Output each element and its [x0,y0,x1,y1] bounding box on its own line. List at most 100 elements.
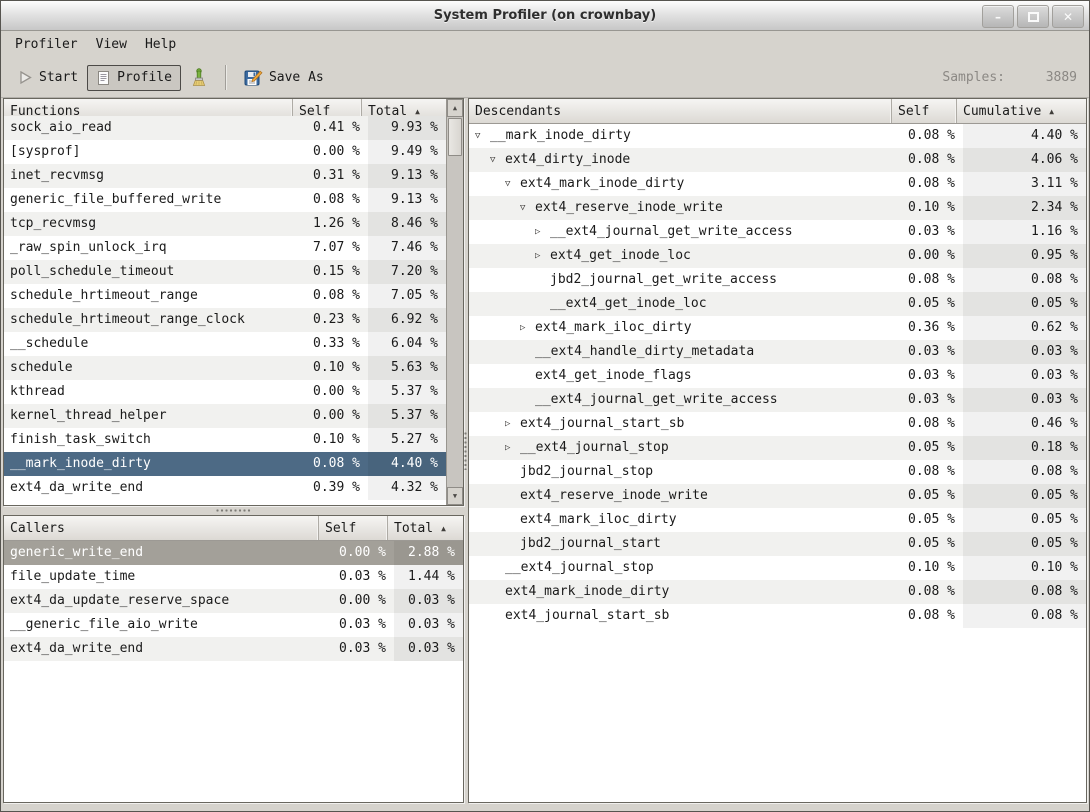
table-row[interactable]: ext4_da_update_reserve_space0.00 %0.03 % [4,589,463,613]
tree-row[interactable]: __ext4_journal_stop0.10 %0.10 % [469,556,1086,580]
menu-view[interactable]: View [87,33,136,56]
tree-row[interactable]: jbd2_journal_get_write_access0.08 %0.08 … [469,268,1086,292]
expander-closed-icon[interactable]: ▷ [505,412,520,436]
table-row[interactable]: schedule_hrtimeout_range_clock0.23 %6.92… [4,308,446,332]
tree-row[interactable]: ext4_mark_iloc_dirty0.05 %0.05 % [469,508,1086,532]
tree-row[interactable]: ▷__ext4_journal_get_write_access0.03 %1.… [469,220,1086,244]
table-row[interactable]: __mark_inode_dirty0.08 %4.40 % [4,452,446,476]
table-row[interactable]: sock_aio_read0.41 %9.93 % [4,116,446,140]
tree-row[interactable]: ext4_mark_inode_dirty0.08 %0.08 % [469,580,1086,604]
tree-row[interactable]: ▷ext4_mark_iloc_dirty0.36 %0.62 % [469,316,1086,340]
table-row[interactable]: __schedule0.33 %6.04 % [4,332,446,356]
menu-profiler[interactable]: Profiler [6,33,87,56]
descendant-name: __mark_inode_dirty [490,124,631,148]
callers-panel: Callers Self Total▲ generic_write_end0.0… [3,515,464,803]
maximize-button[interactable] [1017,5,1049,28]
tree-row[interactable]: ▽ext4_dirty_inode0.08 %4.06 % [469,148,1086,172]
expander-closed-icon[interactable]: ▷ [535,220,550,244]
tree-row[interactable]: ▽ext4_mark_inode_dirty0.08 %3.11 % [469,172,1086,196]
table-row[interactable]: inet_recvmsg0.31 %9.13 % [4,164,446,188]
table-row[interactable]: tcp_recvmsg1.26 %8.46 % [4,212,446,236]
table-row[interactable]: poll_schedule_timeout0.15 %7.20 % [4,260,446,284]
close-button[interactable]: ✕ [1052,5,1084,28]
scroll-down-icon[interactable]: ▼ [447,487,463,505]
self-column-header[interactable]: Self [892,99,957,123]
self-percent-cell: 0.15 % [306,260,368,284]
scrollbar-thumb[interactable] [448,118,462,156]
total-percent-cell: 7.46 % [368,236,446,260]
scroll-up-icon[interactable]: ▲ [447,99,463,117]
self-percent-cell: 0.08 % [905,412,963,436]
callers-header: Callers Self Total▲ [4,516,463,541]
profile-button[interactable]: Profile [87,65,181,91]
brush-button[interactable] [181,63,217,92]
cumulative-percent-cell: 0.08 % [963,604,1086,628]
descendants-column-header[interactable]: Descendants [469,99,892,123]
callers-column-header[interactable]: Callers [4,516,319,540]
table-row[interactable]: file_update_time0.03 %1.44 % [4,565,463,589]
descendant-name-cell: jbd2_journal_get_write_access [469,268,905,292]
tree-row[interactable]: jbd2_journal_stop0.08 %0.08 % [469,460,1086,484]
tree-row[interactable]: ext4_journal_start_sb0.08 %0.08 % [469,604,1086,628]
table-row[interactable]: generic_file_buffered_write0.08 %9.13 % [4,188,446,212]
sort-ascending-icon: ▲ [415,107,420,116]
descendant-name: ext4_mark_iloc_dirty [520,508,677,532]
total-column-header[interactable]: Total▲ [388,516,463,540]
tree-row[interactable]: ▷ext4_journal_start_sb0.08 %0.46 % [469,412,1086,436]
descendant-name-cell: ext4_mark_iloc_dirty [469,508,905,532]
self-column-header[interactable]: Self [319,516,388,540]
table-row[interactable]: schedule0.10 %5.63 % [4,356,446,380]
self-percent-cell: 0.10 % [905,196,963,220]
expander-closed-icon[interactable]: ▷ [520,316,535,340]
tree-row[interactable]: ▽ext4_reserve_inode_write0.10 %2.34 % [469,196,1086,220]
scrollbar-track[interactable] [447,117,463,487]
vertical-splitter[interactable] [464,98,468,803]
tree-row[interactable]: ▷ext4_get_inode_loc0.00 %0.95 % [469,244,1086,268]
expander-closed-icon[interactable]: ▷ [535,244,550,268]
expander-open-icon[interactable]: ▽ [505,172,520,196]
function-name-cell: __schedule [4,332,306,356]
expander-open-icon[interactable]: ▽ [490,148,505,172]
total-percent-cell: 0.03 % [394,637,463,661]
tree-row[interactable]: ext4_get_inode_flags0.03 %0.03 % [469,364,1086,388]
self-percent-cell: 0.05 % [905,292,963,316]
menu-help[interactable]: Help [136,33,185,56]
table-row[interactable]: kthread0.00 %5.37 % [4,380,446,404]
table-row[interactable]: kernel_thread_helper0.00 %5.37 % [4,404,446,428]
self-percent-cell: 1.26 % [306,212,368,236]
titlebar[interactable]: System Profiler (on crownbay) – ✕ [1,1,1089,31]
expander-open-icon[interactable]: ▽ [475,124,490,148]
table-row[interactable]: [sysprof]0.00 %9.49 % [4,140,446,164]
tree-row[interactable]: jbd2_journal_start0.05 %0.05 % [469,532,1086,556]
horizontal-splitter[interactable] [3,506,464,515]
tree-row[interactable]: __ext4_journal_get_write_access0.03 %0.0… [469,388,1086,412]
samples-label: Samples: [942,70,1005,85]
table-row[interactable]: _raw_spin_unlock_irq7.07 %7.46 % [4,236,446,260]
self-percent-cell: 0.08 % [306,452,368,476]
tree-row[interactable]: __ext4_handle_dirty_metadata0.03 %0.03 % [469,340,1086,364]
total-percent-cell: 4.40 % [368,452,446,476]
table-row[interactable]: ext4_da_write_end0.03 %0.03 % [4,637,463,661]
function-name-cell: kthread [4,380,306,404]
table-row[interactable]: ext4_da_write_end0.39 %4.32 % [4,476,446,500]
save-as-button[interactable]: Save As [235,64,333,92]
descendant-name: ext4_reserve_inode_write [535,196,723,220]
tree-row[interactable]: ext4_reserve_inode_write0.05 %0.05 % [469,484,1086,508]
tree-row[interactable]: ▽__mark_inode_dirty0.08 %4.40 % [469,124,1086,148]
start-button[interactable]: Start [9,65,87,90]
functions-scrollbar[interactable]: ▲ ▼ [446,99,463,505]
self-percent-cell: 0.08 % [905,460,963,484]
tree-row[interactable]: ▷__ext4_journal_stop0.05 %0.18 % [469,436,1086,460]
cumulative-percent-cell: 1.16 % [963,220,1086,244]
cumulative-column-header[interactable]: Cumulative▲ [957,99,1086,123]
minimize-button[interactable]: – [982,5,1014,28]
table-row[interactable]: generic_write_end0.00 %2.88 % [4,541,463,565]
expander-open-icon[interactable]: ▽ [520,196,535,220]
self-percent-cell: 0.00 % [332,589,394,613]
expander-closed-icon[interactable]: ▷ [505,436,520,460]
table-row[interactable]: finish_task_switch0.10 %5.27 % [4,428,446,452]
tree-row[interactable]: __ext4_get_inode_loc0.05 %0.05 % [469,292,1086,316]
self-percent-cell: 0.03 % [905,364,963,388]
table-row[interactable]: schedule_hrtimeout_range0.08 %7.05 % [4,284,446,308]
table-row[interactable]: __generic_file_aio_write0.03 %0.03 % [4,613,463,637]
